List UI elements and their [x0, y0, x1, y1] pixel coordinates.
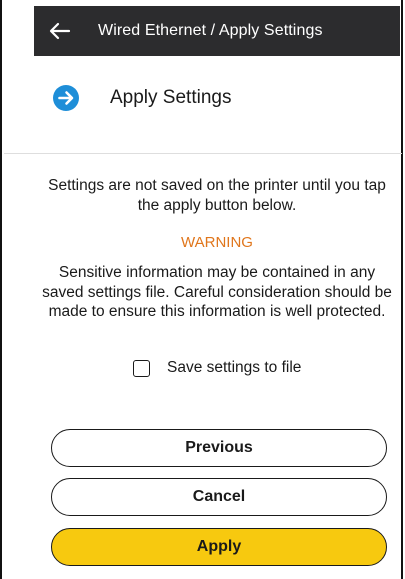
warning-text: Sensitive information may be contained i… [42, 264, 392, 320]
divider [4, 153, 402, 154]
screen-frame: Wired Ethernet / Apply Settings Apply Se… [0, 0, 403, 579]
save-settings-checkbox[interactable] [133, 359, 150, 377]
header-title: Wired Ethernet / Apply Settings [98, 22, 323, 39]
section-heading: Apply Settings [52, 84, 231, 112]
save-settings-label: Save settings to file [167, 359, 302, 376]
header-bar: Wired Ethernet / Apply Settings [34, 6, 400, 56]
apply-button[interactable]: Apply [51, 528, 387, 566]
info-text: Settings are not saved on the printer un… [48, 177, 386, 214]
cancel-button[interactable]: Cancel [51, 478, 387, 516]
section-title: Apply Settings [110, 87, 232, 108]
save-settings-option[interactable]: Save settings to file [133, 359, 301, 377]
warning-title: WARNING [181, 234, 253, 251]
previous-button[interactable]: Previous [51, 429, 387, 467]
back-arrow-icon[interactable] [46, 17, 74, 45]
arrow-circle-right-icon [52, 84, 80, 112]
